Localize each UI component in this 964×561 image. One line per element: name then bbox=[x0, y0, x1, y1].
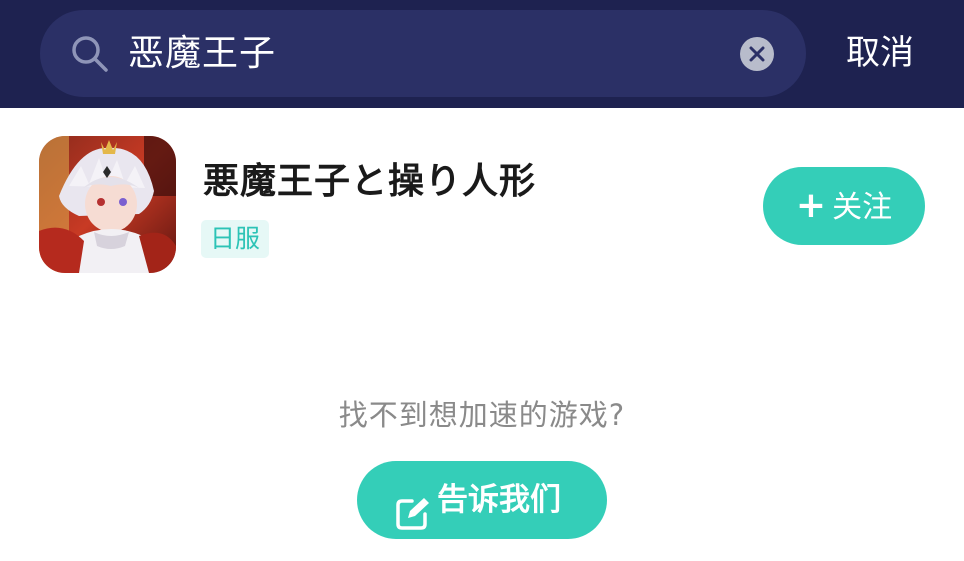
top-bar: 恶魔王子 取消 bbox=[0, 0, 964, 108]
tell-us-button[interactable]: 告诉我们 bbox=[357, 461, 607, 539]
follow-button[interactable]: + 关注 bbox=[763, 167, 925, 245]
game-cover-icon[interactable] bbox=[39, 136, 176, 273]
game-title[interactable]: 悪魔王子と操り人形 bbox=[203, 152, 536, 204]
follow-label: 关注 bbox=[832, 190, 893, 225]
not-found-hint: 找不到想加速的游戏? bbox=[338, 398, 626, 432]
search-box[interactable]: 恶魔王子 bbox=[40, 10, 806, 97]
plus-icon: + bbox=[795, 185, 827, 226]
edit-icon bbox=[394, 483, 430, 530]
region-tag: 日服 bbox=[201, 220, 270, 258]
clear-icon[interactable] bbox=[740, 37, 774, 71]
cancel-button[interactable]: 取消 bbox=[846, 10, 914, 97]
search-input[interactable]: 恶魔王子 bbox=[128, 10, 276, 97]
tell-us-label: 告诉我们 bbox=[437, 482, 561, 518]
search-icon bbox=[70, 34, 110, 74]
